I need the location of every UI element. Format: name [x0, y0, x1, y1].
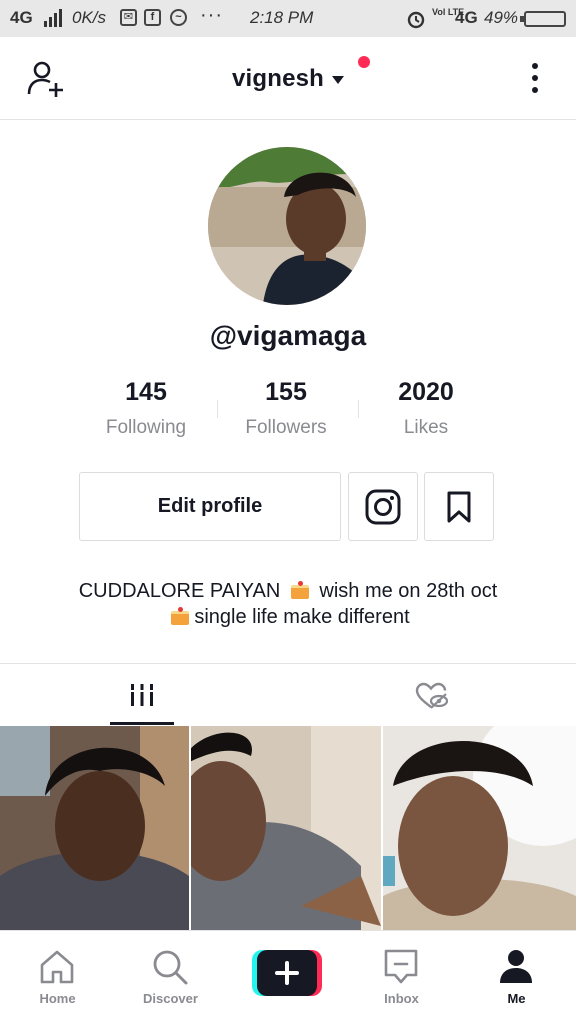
profile-icon — [500, 950, 532, 983]
chevron-down-icon — [332, 75, 345, 84]
create-video-button[interactable] — [252, 950, 322, 996]
video-grid — [0, 726, 576, 930]
grid-icon — [130, 684, 154, 706]
avatar[interactable] — [208, 147, 366, 305]
likes-count: 2020 — [398, 378, 454, 406]
cake-icon — [170, 607, 190, 625]
battery-icon — [520, 11, 566, 27]
mail-icon: ✉ — [120, 9, 137, 26]
nav-me[interactable]: Me — [459, 931, 574, 1024]
home-icon — [40, 950, 74, 984]
followers-stat[interactable]: 155 Followers — [206, 378, 366, 439]
avatar-photo — [208, 147, 366, 305]
favorites-button[interactable] — [424, 472, 494, 541]
status-bar: 4G 0K/s ✉ f ~ ··· 2:18 PM Vol LTE 4G 49% — [0, 0, 576, 37]
video-thumbnail[interactable] — [383, 726, 576, 930]
bio-text: single life make different — [194, 606, 410, 628]
profile-handle: @vigamaga — [209, 320, 367, 351]
followers-count: 155 — [265, 378, 307, 406]
network-speed: 0K/s — [72, 8, 107, 27]
notification-dot — [358, 56, 370, 68]
bio-text: CUDDALORE PAIYAN — [78, 580, 281, 602]
battery-percent: 49% — [484, 8, 519, 27]
account-switcher[interactable]: vignesh — [0, 65, 576, 93]
profile-tabs — [0, 663, 576, 725]
tab-videos[interactable] — [0, 664, 288, 726]
active-tab-indicator — [110, 722, 174, 725]
nav-discover[interactable]: Discover — [113, 931, 228, 1024]
following-stat[interactable]: 145 Following — [66, 378, 226, 439]
nav-discover-label: Discover — [143, 991, 198, 1006]
following-label: Following — [105, 417, 187, 438]
likes-label: Likes — [403, 417, 449, 438]
bio-line-1: CUDDALORE PAIYAN wish me on 28th oct — [20, 578, 556, 604]
search-icon — [153, 950, 188, 985]
likes-stat[interactable]: 2020 Likes — [346, 378, 506, 439]
inbox-icon — [384, 949, 418, 984]
plus-icon — [252, 950, 322, 996]
profile-bio: CUDDALORE PAIYAN wish me on 28th oct sin… — [20, 578, 556, 630]
facebook-icon: f — [144, 9, 161, 26]
video-thumbnail[interactable] — [191, 726, 381, 930]
cake-icon — [290, 581, 310, 599]
clock: 2:18 PM — [250, 8, 314, 27]
network-type: 4G — [455, 8, 478, 27]
edit-profile-button[interactable]: Edit profile — [79, 472, 341, 541]
nav-me-label: Me — [507, 991, 526, 1006]
bottom-navigation: Home Discover Inbox Me — [0, 930, 576, 1024]
signal-text: 4G — [10, 8, 33, 27]
bio-line-2: single life make different — [20, 604, 556, 630]
more-notifications-icon: ··· — [200, 4, 223, 26]
instagram-button[interactable] — [348, 472, 418, 541]
following-count: 145 — [125, 378, 167, 406]
nav-home[interactable]: Home — [0, 931, 115, 1024]
bio-text: wish me on 28th oct — [319, 580, 498, 602]
liked-hidden-icon — [415, 682, 449, 709]
alarm-icon — [407, 11, 425, 29]
messenger-icon: ~ — [170, 9, 187, 26]
video-thumbnail[interactable] — [0, 726, 189, 930]
account-username: vignesh — [231, 65, 325, 92]
signal-bars-icon — [44, 9, 62, 27]
instagram-icon — [365, 489, 401, 524]
bookmark-icon — [447, 491, 471, 522]
nav-inbox-label: Inbox — [384, 991, 419, 1006]
profile-header: vignesh — [0, 37, 576, 120]
nav-home-label: Home — [39, 991, 76, 1006]
more-options-button[interactable] — [524, 59, 546, 99]
nav-inbox[interactable]: Inbox — [344, 931, 459, 1024]
followers-label: Followers — [245, 417, 327, 438]
tab-liked[interactable] — [288, 664, 576, 726]
